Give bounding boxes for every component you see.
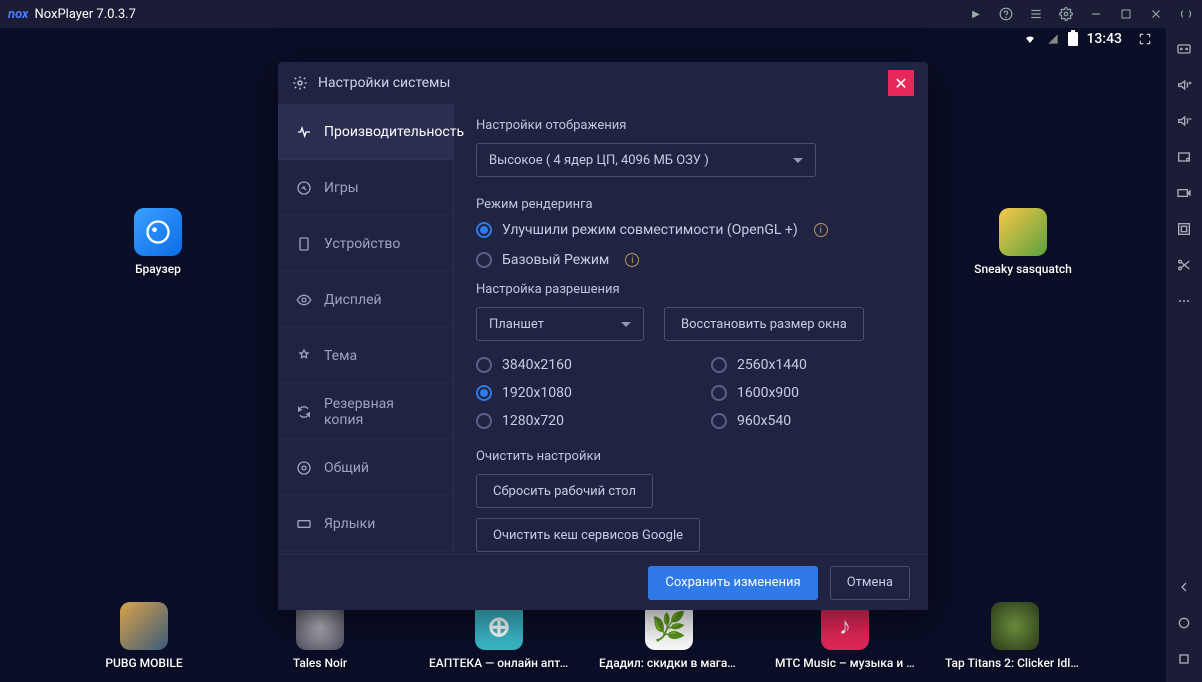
nav-performance[interactable]: Производительность [278, 104, 453, 160]
back-icon[interactable] [1175, 578, 1193, 596]
cleanup-title: Очистить настройки [476, 449, 906, 464]
render-mode-title: Режим рендеринга [476, 197, 906, 212]
nav-device[interactable]: Устройство [278, 216, 453, 272]
app-eapteka[interactable]: ⊕ ЕАПТЕКА — онлайн аптека [414, 602, 584, 670]
home-icon[interactable] [1175, 614, 1193, 632]
info-icon[interactable]: i [625, 253, 639, 267]
wifi-icon [1022, 33, 1038, 45]
device-icon [296, 236, 312, 252]
pulse-icon [296, 124, 312, 140]
app-title: NoxPlayer 7.0.3.7 [34, 7, 968, 22]
radio-off-icon [476, 252, 492, 268]
maximize-icon[interactable] [1118, 6, 1134, 22]
settings-dialog: Настройки системы ✕ Производительность И… [278, 62, 928, 610]
volume-up-icon[interactable] [1175, 76, 1193, 94]
performance-preset-dropdown[interactable]: Высокое ( 4 ядер ЦП, 4096 МБ ОЗУ ) [476, 143, 816, 177]
nav-backup[interactable]: Резервная копия [278, 384, 453, 440]
help-icon[interactable] [998, 6, 1014, 22]
app-sneaky-sasquatch[interactable]: Sneaky sasquatch [938, 208, 1108, 276]
device-type-dropdown[interactable]: Планшет [476, 307, 644, 341]
app-edadil[interactable]: 🌿 Едадил: скидки в магазинах [584, 602, 754, 670]
sim-icon [1046, 32, 1060, 46]
settings-nav: Производительность Игры Устройство Диспл… [278, 104, 454, 554]
nav-games[interactable]: Игры [278, 160, 453, 216]
render-enhanced-radio[interactable]: Улучшили режим совместимости (OpenGL +) … [476, 222, 906, 238]
app-tap-titans[interactable]: Tap Titans 2: Clicker Idle RPG [930, 602, 1100, 670]
window-titlebar: nox NoxPlayer 7.0.3.7 [0, 0, 1202, 28]
eye-icon [296, 292, 312, 308]
keyboard-icon [296, 516, 312, 532]
reset-desktop-button[interactable]: Сбросить рабочий стол [476, 474, 653, 508]
theme-icon [296, 348, 312, 364]
display-settings-title: Настройки отображения [476, 118, 906, 133]
settings-title: Настройки системы [318, 75, 450, 91]
app-mts-music[interactable]: ♪ МТС Music – музыка и подкас... [760, 602, 930, 670]
res-2560x1440[interactable]: 2560x1440 [711, 357, 906, 373]
resolution-title: Настройка разрешения [476, 282, 906, 297]
multi-instance-icon[interactable] [1028, 6, 1044, 22]
scissors-icon[interactable] [1175, 256, 1193, 274]
android-statusbar: 13:43 [0, 28, 1166, 50]
save-button[interactable]: Сохранить изменения [648, 566, 817, 600]
keymap-icon[interactable] [1175, 40, 1193, 58]
record-icon[interactable] [1175, 184, 1193, 202]
sliders-icon [296, 460, 312, 476]
play-store-icon[interactable] [968, 6, 984, 22]
radio-on-icon [476, 222, 492, 238]
render-basic-radio[interactable]: Базовый Режим i [476, 252, 906, 268]
backup-icon [296, 404, 312, 420]
app-browser[interactable]: Браузер [118, 208, 198, 276]
settings-footer: Сохранить изменения Отмена [278, 554, 928, 610]
expand-icon[interactable] [1178, 6, 1194, 22]
nox-logo: nox [8, 7, 28, 22]
settings-header: Настройки системы ✕ [278, 62, 928, 104]
clear-google-cache-button[interactable]: Очистить кеш сервисов Google [476, 518, 700, 552]
nav-shortcuts[interactable]: Ярлыки [278, 496, 453, 552]
res-1600x900[interactable]: 1600x900 [711, 385, 906, 401]
fullscreen-icon[interactable] [1138, 32, 1152, 46]
settings-gear-icon[interactable] [1058, 6, 1074, 22]
res-1920x1080[interactable]: 1920x1080 [476, 385, 671, 401]
settings-content: Настройки отображения Высокое ( 4 ядер Ц… [454, 104, 928, 554]
clock: 13:43 [1086, 31, 1122, 47]
restore-window-button[interactable]: Восстановить размер окна [664, 307, 864, 341]
cancel-button[interactable]: Отмена [830, 566, 910, 600]
recents-icon[interactable] [1175, 650, 1193, 668]
gear-icon [292, 75, 308, 91]
battery-icon [1068, 32, 1078, 46]
close-window-icon[interactable] [1148, 6, 1164, 22]
volume-down-icon[interactable] [1175, 112, 1193, 130]
gamepad-icon [296, 180, 312, 196]
res-3840x2160[interactable]: 3840x2160 [476, 357, 671, 373]
info-icon[interactable]: i [814, 223, 828, 237]
nav-general[interactable]: Общий [278, 440, 453, 496]
res-1280x720[interactable]: 1280x720 [476, 413, 671, 429]
nav-display[interactable]: Дисплей [278, 272, 453, 328]
app-tales-noir[interactable]: Tales Noir [280, 602, 360, 670]
macro-icon[interactable] [1175, 220, 1193, 238]
right-toolbar [1166, 28, 1202, 682]
screenshot-icon[interactable] [1175, 148, 1193, 166]
res-960x540[interactable]: 960x540 [711, 413, 906, 429]
more-icon[interactable] [1175, 292, 1193, 310]
minimize-icon[interactable] [1088, 6, 1104, 22]
app-pubg[interactable]: PUBG MOBILE [104, 602, 184, 670]
close-settings-button[interactable]: ✕ [888, 70, 914, 96]
nav-theme[interactable]: Тема [278, 328, 453, 384]
